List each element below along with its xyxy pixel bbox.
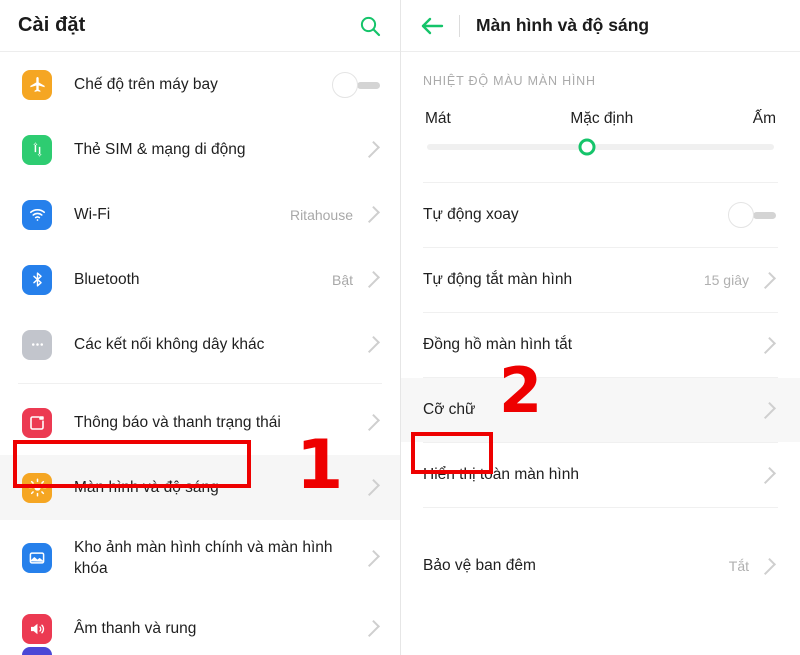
list-item[interactable]: Thẻ SIM & mạng di động [0,117,400,182]
settings-list: Chế độ trên máy bay Thẻ SIM & mạng di độ… [0,52,400,655]
toggle-bar [753,212,776,219]
chevron-right-icon [363,271,380,288]
settings-screen: Cài đặt Chế độ trên máy bay Thẻ SIM & mạ… [0,0,400,655]
spacer-below-slider [401,150,800,182]
display-header: Màn hình và độ sáng [401,0,800,52]
list-item[interactable]: Chế độ trên máy bay [0,52,400,117]
list-item[interactable]: Tự động tắt màn hình 15 giây [401,248,800,312]
list-item[interactable]: Hiển thị toàn màn hình [401,443,800,507]
spacer-before-night-shield [401,508,800,534]
sim-card-icon [22,134,52,165]
airplane-icon [22,69,52,100]
color-temperature-scale: Mát Mặc định Ấm [401,88,800,128]
page-title: Màn hình và độ sáng [476,15,650,35]
wallpaper-icon [22,543,52,573]
display-brightness-screen: Màn hình và độ sáng NHIỆT ĐỘ MÀU MÀN HÌN… [400,0,800,655]
airplane-mode-toggle[interactable] [332,71,382,98]
list-item-value: Tắt [728,558,749,574]
header-divider [459,14,460,37]
toggle-bar [357,81,380,89]
list-item-label: Kho ảnh màn hình chính và màn hình khóa [74,538,333,577]
search-icon[interactable] [358,14,382,38]
list-item-label: Các kết nối không dây khác [74,335,265,353]
list-item-label: Bluetooth [74,270,140,288]
list-item-value: 15 giây [703,272,749,288]
list-item-value: Ritahouse [289,206,353,223]
auto-rotate-toggle[interactable] [728,202,778,228]
page-title: Cài đặt [18,14,86,36]
chevron-right-icon [759,557,776,575]
color-temperature-slider[interactable] [401,128,800,156]
annotation-number-1: 1 [296,426,344,505]
wifi-icon [22,199,52,230]
partial-next-item-icon [22,647,52,655]
list-item-label: Chế độ trên máy bay [74,75,218,93]
list-item[interactable]: Âm thanh và rung [0,596,400,655]
toggle-knob [728,202,754,228]
notification-icon [22,407,52,438]
temperature-warm-label: Ấm [752,110,776,127]
section-label-color-temperature: NHIỆT ĐỘ MÀU MÀN HÌNH [423,74,596,88]
list-item-label: Tự động xoay [423,206,519,223]
back-arrow-icon[interactable] [419,15,445,37]
slider-thumb[interactable] [578,138,596,156]
list-item-label: Thẻ SIM & mạng di động [74,140,246,158]
section-divider [18,383,382,384]
toggle-knob [332,71,358,98]
chevron-right-icon [759,271,776,289]
dual-screenshot-container: Cài đặt Chế độ trên máy bay Thẻ SIM & mạ… [0,0,800,655]
settings-header: Cài đặt [0,0,400,52]
bluetooth-icon [22,264,52,295]
list-item[interactable]: Kho ảnh màn hình chính và màn hình khóa [0,520,400,596]
list-item[interactable]: Đồng hồ màn hình tắt [401,313,800,377]
list-item-label: Bảo vệ ban đêm [423,557,536,574]
slider-track[interactable] [427,138,774,156]
list-item-label: Tự động tắt màn hình [423,271,573,288]
list-item[interactable]: Tự động xoay [401,183,800,247]
list-item[interactable]: Bluetooth Bật [0,247,400,312]
list-item[interactable]: Wi-Fi Ritahouse [0,182,400,247]
list-item-value: Bật [331,271,353,288]
annotation-number-2: 2 [499,354,543,427]
sound-icon [22,613,52,644]
list-item-label: Âm thanh và rung [74,619,197,637]
temperature-cool-label: Mát [425,110,451,127]
list-item[interactable]: Bảo vệ ban đêm Tắt [401,534,800,598]
list-item-font-size[interactable]: Cỡ chữ [401,378,800,442]
list-item-label: Hiển thị toàn màn hình [423,466,579,483]
list-item-label: Cỡ chữ [423,401,476,418]
more-dots-icon [22,329,52,360]
list-item[interactable]: Các kết nối không dây khác [0,312,400,377]
list-item-label: Wi-Fi [74,205,111,223]
temperature-default-label: Mặc định [570,110,634,127]
chevron-right-icon [363,206,380,223]
list-item-label: Đồng hồ màn hình tắt [423,336,573,353]
brightness-icon [22,472,52,503]
